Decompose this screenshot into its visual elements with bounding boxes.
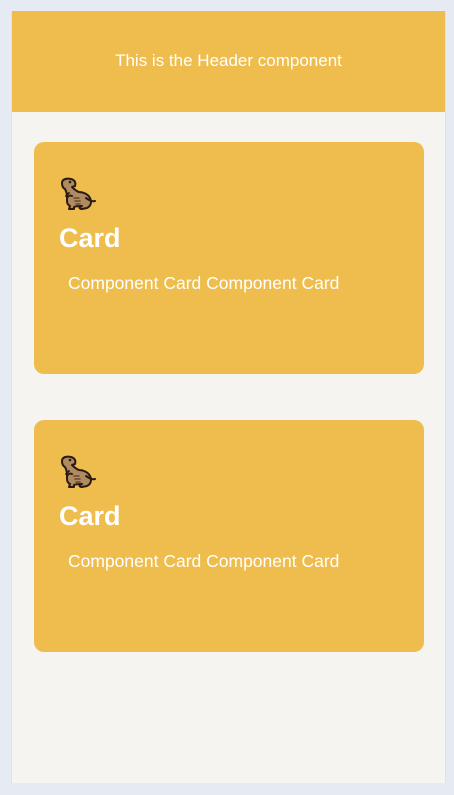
dinosaur-icon: [61, 455, 96, 488]
card: Card Component Card Component Card: [34, 420, 424, 652]
card: Card Component Card Component Card: [34, 142, 424, 374]
card-title: Card: [59, 501, 121, 531]
header-text: This is the Header component: [115, 50, 342, 70]
card-body-text: Component Card Component Card: [68, 551, 340, 571]
card-body-text: Component Card Component Card: [68, 273, 340, 293]
dinosaur-icon: [61, 177, 96, 210]
app-frame: This is the Header component Card Compon…: [11, 11, 446, 783]
header-component: This is the Header component: [12, 11, 445, 112]
card-title: Card: [59, 223, 121, 253]
